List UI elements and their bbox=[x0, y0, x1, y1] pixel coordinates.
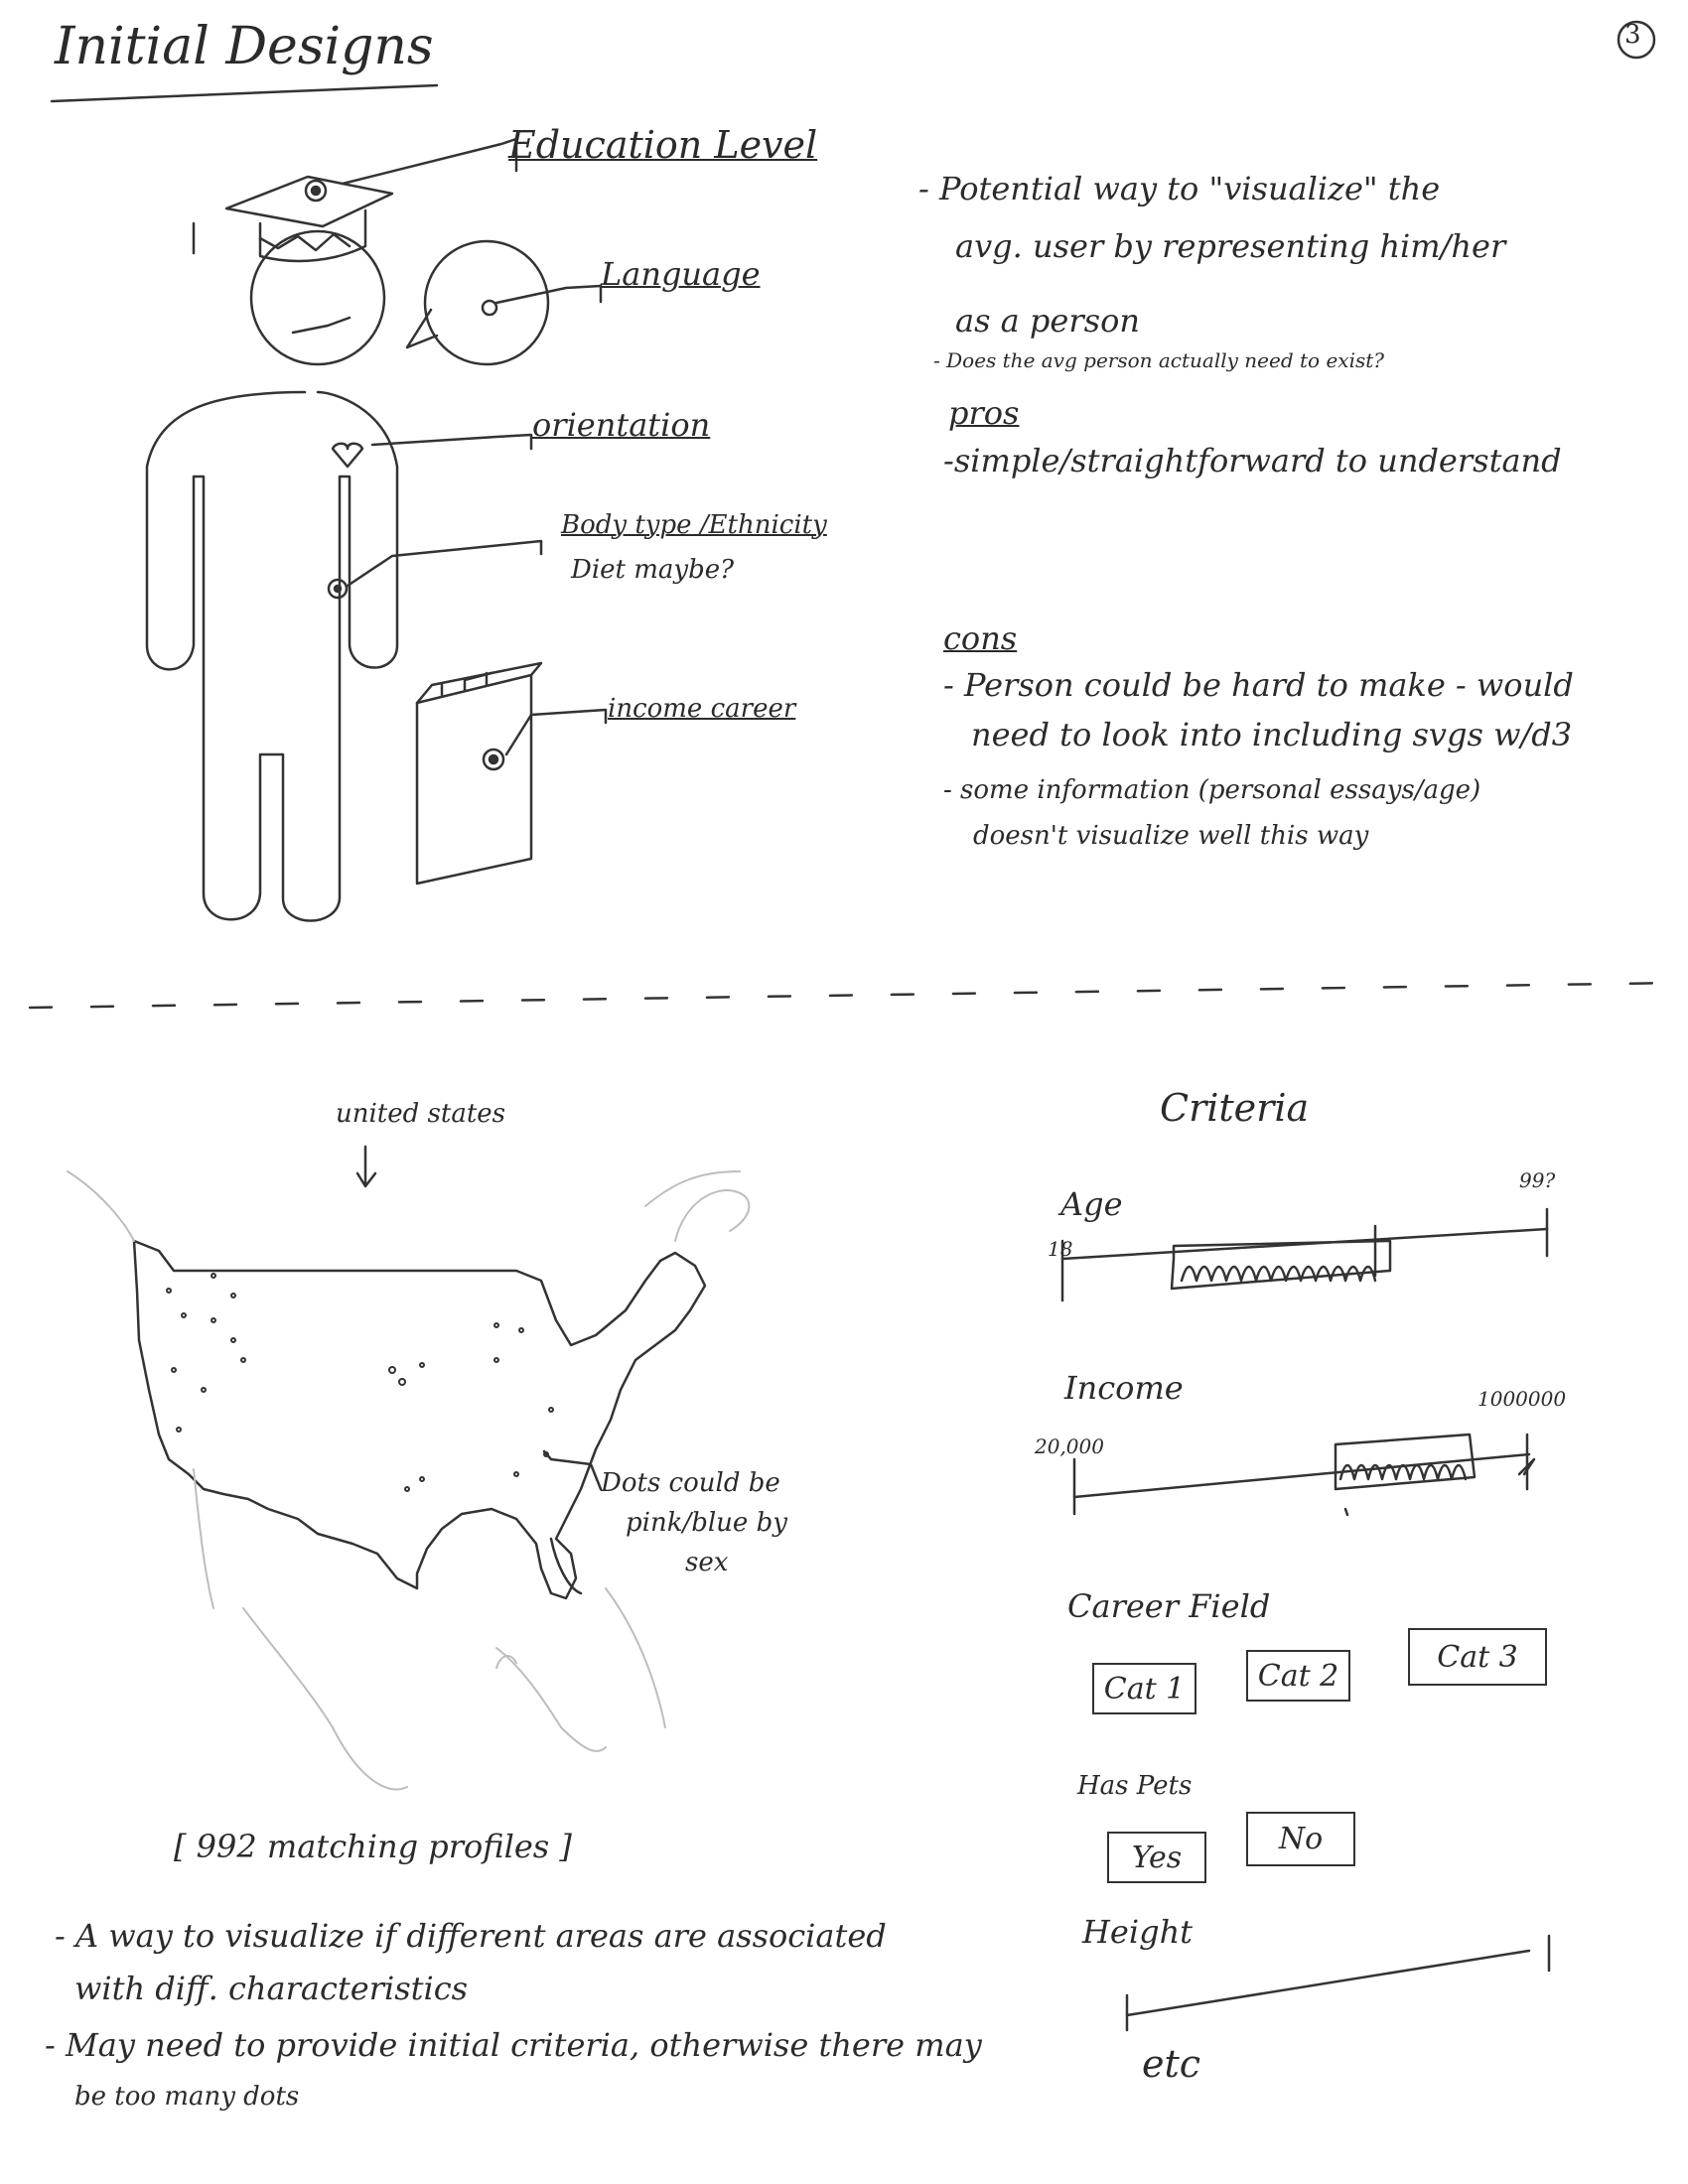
cons-item-1b: need to look into including svgs w/d3 bbox=[971, 716, 1573, 753]
pets-no-button[interactable]: No bbox=[1246, 1812, 1355, 1866]
page-number: 3 bbox=[1624, 20, 1641, 50]
career-cat-3-button[interactable]: Cat 3 bbox=[1408, 1628, 1547, 1686]
us-label-arrow bbox=[355, 1145, 377, 1188]
criteria-heading: Criteria bbox=[1160, 1086, 1310, 1130]
map-note-line1: - A way to visualize if different areas … bbox=[55, 1917, 887, 1955]
dots-note-1: Dots could be bbox=[601, 1468, 780, 1498]
label-income-career: income career bbox=[608, 694, 796, 724]
height-slider[interactable] bbox=[1122, 1941, 1554, 2030]
map-label-united-states: united states bbox=[336, 1099, 506, 1129]
section-separator bbox=[28, 981, 1680, 1010]
pros-heading: pros bbox=[948, 394, 1020, 432]
age-min: 18 bbox=[1048, 1237, 1073, 1261]
label-language: Language bbox=[601, 255, 761, 293]
person-figure bbox=[145, 175, 550, 922]
label-education-level: Education Level bbox=[508, 123, 818, 167]
person-note-line2: avg. user by representing him/her bbox=[955, 227, 1506, 265]
career-cat-1-button[interactable]: Cat 1 bbox=[1092, 1663, 1196, 1714]
career-cat-2-button[interactable]: Cat 2 bbox=[1246, 1650, 1350, 1702]
map-note-line3: - May need to provide initial criteria, … bbox=[45, 2026, 982, 2064]
page-title: Initial Designs bbox=[55, 17, 434, 76]
label-orientation: orientation bbox=[532, 406, 711, 444]
pets-yes-button[interactable]: Yes bbox=[1107, 1832, 1206, 1883]
cons-heading: cons bbox=[943, 619, 1018, 657]
label-diet: Diet maybe? bbox=[571, 555, 735, 585]
person-leader-lines bbox=[192, 137, 608, 756]
has-pets-label: Has Pets bbox=[1077, 1771, 1193, 1801]
dots-note-2: pink/blue by bbox=[626, 1508, 787, 1538]
income-min: 20,000 bbox=[1035, 1434, 1104, 1458]
cons-item-2a: - some information (personal essays/age) bbox=[943, 775, 1481, 805]
us-map-outline bbox=[132, 1239, 707, 1600]
person-note-line4: - Does the avg person actually need to e… bbox=[933, 348, 1384, 372]
label-body-type: Body type /Ethnicity bbox=[561, 510, 827, 540]
map-note-line4: be too many dots bbox=[74, 2082, 300, 2112]
career-field-label: Career Field bbox=[1067, 1587, 1271, 1625]
income-range-handle[interactable] bbox=[1333, 1432, 1477, 1491]
cons-item-1a: - Person could be hard to make - would bbox=[943, 666, 1574, 704]
age-max: 99? bbox=[1519, 1168, 1556, 1192]
person-note-line3: as a person bbox=[955, 302, 1140, 340]
income-label: Income bbox=[1064, 1369, 1184, 1407]
matching-profiles-count: [ 992 matching profiles ] bbox=[174, 1828, 572, 1865]
dots-note-3: sex bbox=[685, 1548, 729, 1577]
criteria-etc: etc bbox=[1142, 2042, 1201, 2086]
age-range-handle[interactable] bbox=[1172, 1236, 1392, 1291]
age-label: Age bbox=[1060, 1185, 1123, 1223]
map-note-line2: with diff. characteristics bbox=[74, 1970, 469, 2007]
cons-item-2b: doesn't visualize well this way bbox=[973, 821, 1369, 851]
income-max: 1000000 bbox=[1477, 1387, 1567, 1411]
person-note-line1: - Potential way to "visualize" the bbox=[918, 170, 1441, 207]
map-dots bbox=[166, 1273, 554, 1492]
title-underline bbox=[50, 83, 439, 103]
pros-item-1: -simple/straightforward to understand bbox=[943, 442, 1562, 479]
